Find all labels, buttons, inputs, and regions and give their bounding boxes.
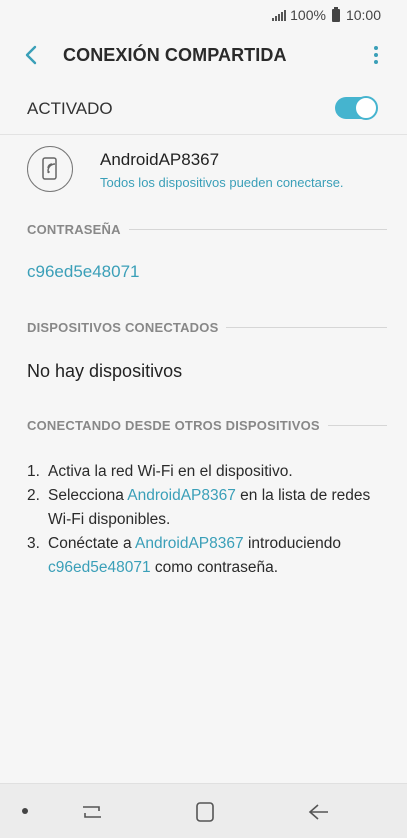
- battery-percentage: 100%: [290, 7, 326, 23]
- signal-icon: [272, 9, 287, 21]
- clock: 10:00: [345, 7, 381, 23]
- back-nav-button[interactable]: [304, 798, 334, 826]
- network-visibility-text: Todos los dispositivos pueden conectarse…: [100, 175, 344, 190]
- back-arrow-icon: [308, 804, 328, 820]
- recent-apps-icon: [83, 806, 101, 818]
- instruction-step: 2. Selecciona AndroidAP8367 en la lista …: [27, 487, 371, 528]
- instruction-step: 1. Activa la red Wi-Fi en el dispositivo…: [27, 463, 293, 480]
- more-options-button[interactable]: [371, 44, 381, 66]
- network-name-link: AndroidAP8367: [135, 535, 244, 552]
- more-vert-icon: [374, 46, 378, 50]
- instructions-list: 1. Activa la red Wi-Fi en el dispositivo…: [27, 460, 387, 580]
- network-info-row[interactable]: AndroidAP8367 Todos los dispositivos pue…: [0, 140, 407, 200]
- chevron-left-icon: [25, 45, 37, 65]
- password-link: c96ed5e48071: [48, 559, 151, 576]
- home-icon: [196, 802, 214, 822]
- nav-dot-icon[interactable]: [22, 808, 28, 814]
- hotspot-toggle-switch[interactable]: [335, 96, 378, 120]
- divider: [0, 134, 407, 135]
- connected-devices-section-header: DISPOSITIVOS CONECTADOS: [27, 319, 387, 335]
- back-button[interactable]: [22, 43, 42, 67]
- home-button[interactable]: [190, 798, 220, 826]
- battery-icon: [331, 6, 340, 22]
- navigation-bar: [0, 783, 407, 838]
- page-title: CONEXIÓN COMPARTIDA: [63, 45, 287, 65]
- hotspot-toggle-row[interactable]: ACTIVADO: [0, 88, 407, 132]
- status-bar: 100% 10:00: [0, 0, 407, 30]
- instruction-step: 3. Conéctate a AndroidAP8367 introducien…: [27, 535, 342, 576]
- password-value[interactable]: c96ed5e48071: [27, 262, 140, 282]
- password-section-header: CONTRASEÑA: [27, 221, 387, 237]
- recent-apps-button[interactable]: [77, 798, 107, 826]
- network-name-link: AndroidAP8367: [127, 487, 236, 504]
- network-name: AndroidAP8367: [100, 150, 220, 169]
- toggle-knob: [354, 96, 378, 120]
- app-bar: CONEXIÓN COMPARTIDA: [0, 30, 407, 80]
- hotspot-toggle-label: ACTIVADO: [27, 99, 113, 118]
- no-devices-text: No hay dispositivos: [27, 361, 183, 381]
- hotspot-device-icon: [27, 146, 73, 192]
- instructions-section-header: CONECTANDO DESDE OTROS DISPOSITIVOS: [27, 417, 387, 433]
